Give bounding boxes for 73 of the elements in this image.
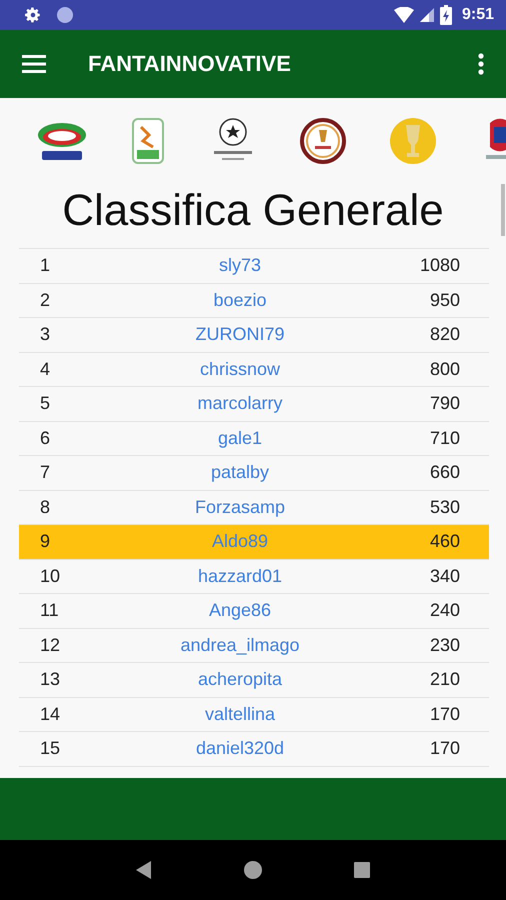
- rank-number: 10: [39, 566, 62, 587]
- player-name[interactable]: Forzasamp: [100, 496, 380, 518]
- back-icon[interactable]: [136, 861, 152, 879]
- points-value: 950: [428, 290, 461, 311]
- rank-number: 4: [39, 358, 52, 380]
- player-name[interactable]: chrissnow: [100, 358, 380, 380]
- ranking-row[interactable]: 12 andrea_ilmago 230: [19, 628, 489, 663]
- player-name[interactable]: ZURONI79: [100, 324, 380, 346]
- rank-number: 6: [39, 428, 52, 449]
- ranking-row[interactable]: 10 hazzard01 340: [19, 560, 489, 594]
- rank-number: 9: [39, 531, 52, 552]
- ranking-row[interactable]: 15 daniel320d 170: [19, 732, 489, 766]
- player-name[interactable]: andrea_ilmago: [100, 634, 380, 656]
- points-value: 240: [428, 600, 461, 622]
- points-value: 230: [428, 634, 461, 656]
- round-logo-icon[interactable]: [300, 118, 346, 164]
- more-icon[interactable]: [478, 53, 484, 75]
- ranking-row[interactable]: 14 valtellina 170: [19, 698, 489, 732]
- rank-number: 1: [39, 255, 52, 276]
- scrollbar[interactable]: [501, 184, 505, 236]
- points-value: 660: [428, 462, 461, 484]
- rank-number: 13: [39, 669, 62, 690]
- player-name[interactable]: sly73: [100, 255, 380, 276]
- ranking-row[interactable]: 2 boezio 950: [19, 284, 489, 318]
- player-name[interactable]: Ange86: [100, 600, 380, 622]
- points-value: 1080: [418, 255, 461, 276]
- rank-number: 8: [39, 496, 52, 518]
- points-value: 820: [428, 324, 461, 346]
- points-value: 530: [428, 496, 461, 518]
- points-value: 710: [428, 428, 461, 449]
- settings-icon: [24, 6, 42, 24]
- player-name[interactable]: marcolarry: [100, 393, 380, 414]
- player-name[interactable]: gale1: [100, 428, 380, 449]
- wifi-icon: [394, 7, 414, 23]
- player-name[interactable]: valtellina: [100, 704, 380, 725]
- battery-icon: [440, 5, 452, 25]
- player-name[interactable]: acheropita: [100, 669, 380, 690]
- ranking-row[interactable]: 5 marcolarry 790: [19, 387, 489, 422]
- rank-number: 15: [39, 738, 62, 760]
- circle-icon: [56, 6, 74, 24]
- points-value: 460: [428, 531, 461, 552]
- rank-number: 14: [39, 704, 62, 725]
- ranking-row[interactable]: 7 patalby 660: [19, 456, 489, 490]
- player-name[interactable]: hazzard01: [100, 566, 380, 587]
- rank-number: 2: [39, 290, 52, 311]
- points-value: 210: [428, 669, 461, 690]
- status-time: 9:51: [462, 6, 494, 24]
- ranking-row[interactable]: 4 chrissnow 800: [19, 352, 489, 387]
- rank-number: 7: [39, 462, 52, 484]
- ranking-row[interactable]: 9 Aldo89 460: [19, 525, 489, 560]
- ranking-row[interactable]: 6 gale1 710: [19, 422, 489, 456]
- points-value: 800: [428, 358, 461, 380]
- rank-number: 12: [39, 634, 62, 656]
- rank-number: 5: [39, 393, 52, 414]
- home-icon[interactable]: [244, 861, 262, 879]
- player-name[interactable]: boezio: [100, 290, 380, 311]
- player-name[interactable]: daniel320d: [100, 738, 380, 760]
- app-title: FANTAINNOVATIVE: [88, 51, 291, 77]
- ranking-row[interactable]: 13 acheropita 210: [19, 663, 489, 698]
- ranking-row[interactable]: 11 Ange86 240: [19, 594, 489, 628]
- shield-logo-icon[interactable]: [130, 117, 165, 165]
- points-value: 790: [428, 393, 461, 414]
- points-value: 170: [428, 704, 461, 725]
- player-name[interactable]: patalby: [100, 462, 380, 484]
- rank-number: 11: [39, 600, 60, 622]
- menu-icon[interactable]: [22, 55, 46, 73]
- points-value: 340: [428, 566, 461, 587]
- rank-number: 3: [39, 324, 52, 346]
- page-title: Classifica Generale: [61, 185, 445, 237]
- signal-icon: [420, 8, 434, 22]
- ranking-row[interactable]: 3 ZURONI79 820: [19, 318, 489, 352]
- ranking-row[interactable]: 1 sly73 1080: [19, 249, 489, 284]
- points-value: 170: [428, 738, 461, 760]
